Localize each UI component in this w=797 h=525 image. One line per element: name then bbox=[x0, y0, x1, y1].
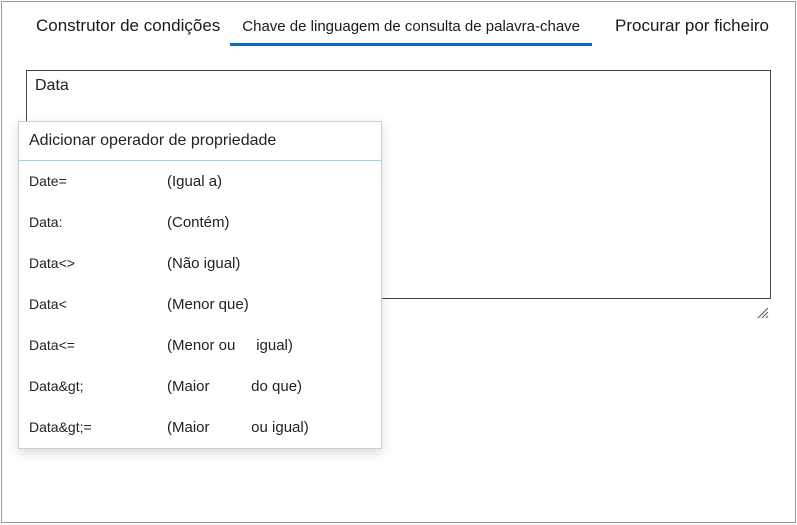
tab-condition-builder[interactable]: Construtor de condições bbox=[26, 16, 230, 44]
operator-key: Data&gt; bbox=[29, 378, 167, 394]
operator-key: Data&gt;= bbox=[29, 419, 167, 435]
resize-handle-icon bbox=[755, 305, 769, 319]
operator-key: Data<= bbox=[29, 337, 167, 353]
operator-desc: (Menor ou igual) bbox=[167, 337, 293, 354]
operator-key: Data: bbox=[29, 214, 167, 230]
operator-key: Date= bbox=[29, 173, 167, 189]
dropdown-item[interactable]: Data&gt; (Maior do que) bbox=[19, 366, 381, 407]
tab-search-file[interactable]: Procurar por ficheiro bbox=[605, 16, 771, 44]
dropdown-item[interactable]: Data<= (Menor ou igual) bbox=[19, 325, 381, 366]
dropdown-item[interactable]: Data<> (Não igual) bbox=[19, 243, 381, 284]
dropdown-item[interactable]: Date= (Igual a) bbox=[19, 161, 381, 202]
operator-desc: (Menor que) bbox=[167, 296, 249, 313]
dropdown-header: Adicionar operador de propriedade bbox=[19, 122, 381, 161]
dropdown-item[interactable]: Data< (Menor que) bbox=[19, 284, 381, 325]
operator-desc: (Igual a) bbox=[167, 173, 222, 190]
operator-dropdown: Adicionar operador de propriedade Date= … bbox=[18, 121, 382, 449]
operator-key: Data< bbox=[29, 296, 167, 312]
dropdown-item[interactable]: Data: (Contém) bbox=[19, 202, 381, 243]
operator-desc: (Contém) bbox=[167, 214, 230, 231]
tab-bar: Construtor de condições Chave de linguag… bbox=[26, 16, 771, 46]
main-container: Construtor de condições Chave de linguag… bbox=[1, 1, 796, 523]
operator-key: Data<> bbox=[29, 255, 167, 271]
tab-kql[interactable]: Chave de linguagem de consulta de palavr… bbox=[230, 16, 592, 46]
operator-desc: (Maior do que) bbox=[167, 378, 302, 395]
operator-desc: (Maior ou igual) bbox=[167, 419, 309, 436]
dropdown-item[interactable]: Data&gt;= (Maior ou igual) bbox=[19, 407, 381, 448]
operator-desc: (Não igual) bbox=[167, 255, 240, 272]
